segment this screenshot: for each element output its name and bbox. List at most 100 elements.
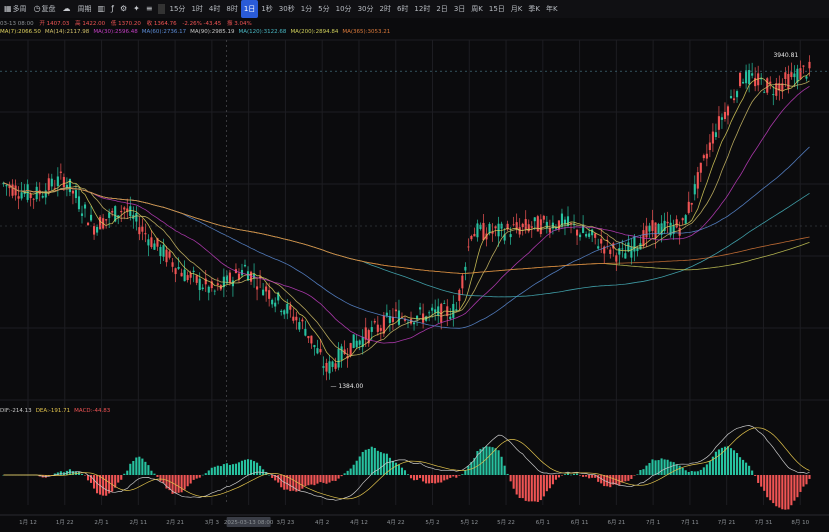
- candle-body: [376, 324, 379, 332]
- x-tick-label: 1月 12: [19, 519, 37, 526]
- candle-body: [717, 116, 720, 130]
- macd-bar: [177, 475, 180, 493]
- macd-bar: [431, 475, 434, 484]
- macd-bar: [280, 475, 283, 488]
- candle-body: [473, 233, 476, 237]
- macd-bar: [588, 475, 591, 479]
- x-tick-label: 8月 10: [791, 519, 809, 526]
- candle-body: [769, 81, 772, 84]
- candle-body: [268, 290, 271, 299]
- x-tick-label: 3月 23: [277, 519, 295, 526]
- candle-body: [772, 94, 775, 96]
- macd-bar: [769, 475, 772, 501]
- macd-bar: [322, 475, 325, 483]
- x-tick-label: 5月 12: [460, 519, 478, 526]
- macd-bar: [497, 450, 500, 475]
- macd-label: DIF:-214.13: [0, 408, 32, 414]
- ma-line-14: [3, 80, 810, 357]
- macd-bar: [591, 475, 594, 478]
- candle-body: [539, 219, 542, 235]
- macd-bar: [289, 475, 292, 492]
- candle-body: [144, 233, 147, 235]
- x-tick-label: 2025-03-13 08:00: [224, 520, 274, 526]
- candle-body: [373, 321, 376, 323]
- candle-body: [328, 361, 331, 374]
- macd-bar: [243, 459, 247, 475]
- macd-bar: [59, 471, 62, 475]
- candle-body: [370, 327, 373, 332]
- macd-bar: [696, 471, 699, 475]
- macd-bar: [307, 475, 310, 486]
- candle-body: [443, 303, 446, 304]
- candle-body: [419, 307, 422, 310]
- macd-label: DEA:-191.71: [35, 408, 71, 414]
- macd-bar: [132, 460, 135, 475]
- macd-bar: [412, 475, 416, 481]
- macd-bar: [409, 475, 413, 479]
- macd-bar: [636, 474, 639, 475]
- x-tick-label: 7月 1: [646, 519, 660, 526]
- macd-bar: [693, 471, 696, 475]
- x-tick-label: 6月 11: [571, 519, 589, 526]
- macd-bar: [367, 448, 370, 475]
- candle-body: [77, 196, 81, 210]
- candle-body: [461, 275, 464, 289]
- macd-bar: [766, 475, 769, 498]
- candle-body: [428, 312, 431, 314]
- candle-body: [518, 227, 521, 235]
- candle-body: [105, 219, 108, 221]
- macd-bar: [234, 463, 238, 475]
- macd-bar: [521, 475, 524, 499]
- macd-bar: [660, 458, 663, 475]
- macd-bar: [147, 465, 150, 475]
- candle-body: [17, 196, 20, 199]
- macd-bar: [533, 475, 536, 502]
- macd-bar: [739, 457, 742, 475]
- candle-body: [630, 246, 633, 258]
- candle-body: [651, 220, 654, 231]
- macd-bar: [609, 475, 612, 488]
- candle-body: [711, 131, 714, 144]
- candle-body: [334, 363, 337, 369]
- candle-body: [20, 192, 23, 199]
- macd-bar: [796, 475, 799, 498]
- macd-bar: [443, 475, 446, 481]
- candle-body: [74, 190, 78, 199]
- price-chart[interactable]: 3940.81 — 1384.00 1月 12 1月 22 2月 1 2月 11 2月 21…: [0, 0, 829, 532]
- candle-body: [431, 307, 434, 311]
- macd-bar: [452, 475, 455, 477]
- candle-body: [512, 224, 515, 226]
- candle-body: [702, 155, 705, 159]
- macd-bar: [316, 475, 319, 484]
- macd-bar: [536, 475, 539, 502]
- candle-body: [808, 61, 811, 69]
- macd-bar: [325, 475, 328, 484]
- macd-bar: [732, 450, 736, 475]
- candle-body: [280, 310, 283, 313]
- macd-bar: [156, 475, 159, 477]
- x-tick-label: 4月 12: [350, 519, 368, 526]
- candle-body: [618, 248, 621, 255]
- macd-bar: [690, 471, 693, 475]
- macd-bar: [192, 475, 195, 480]
- macd-bar: [437, 475, 440, 483]
- candle-body: [93, 226, 96, 235]
- candle-body: [80, 213, 84, 216]
- macd-bar: [189, 475, 192, 484]
- candle-body: [554, 227, 557, 229]
- candle-body: [464, 266, 467, 271]
- low-marker-label: — 1384.00: [331, 383, 364, 390]
- candle-body: [524, 219, 527, 230]
- candle-body: [153, 243, 156, 250]
- candle-body: [754, 77, 757, 87]
- macd-bar: [397, 464, 401, 475]
- candle-body: [600, 238, 603, 244]
- candle-body: [189, 273, 192, 278]
- candle-body: [96, 226, 99, 233]
- macd-bar: [446, 475, 449, 480]
- macd-bar: [799, 475, 802, 492]
- macd-bar: [358, 456, 361, 475]
- candle-body: [699, 162, 702, 173]
- candle-body: [681, 218, 684, 221]
- candle-body: [286, 303, 289, 314]
